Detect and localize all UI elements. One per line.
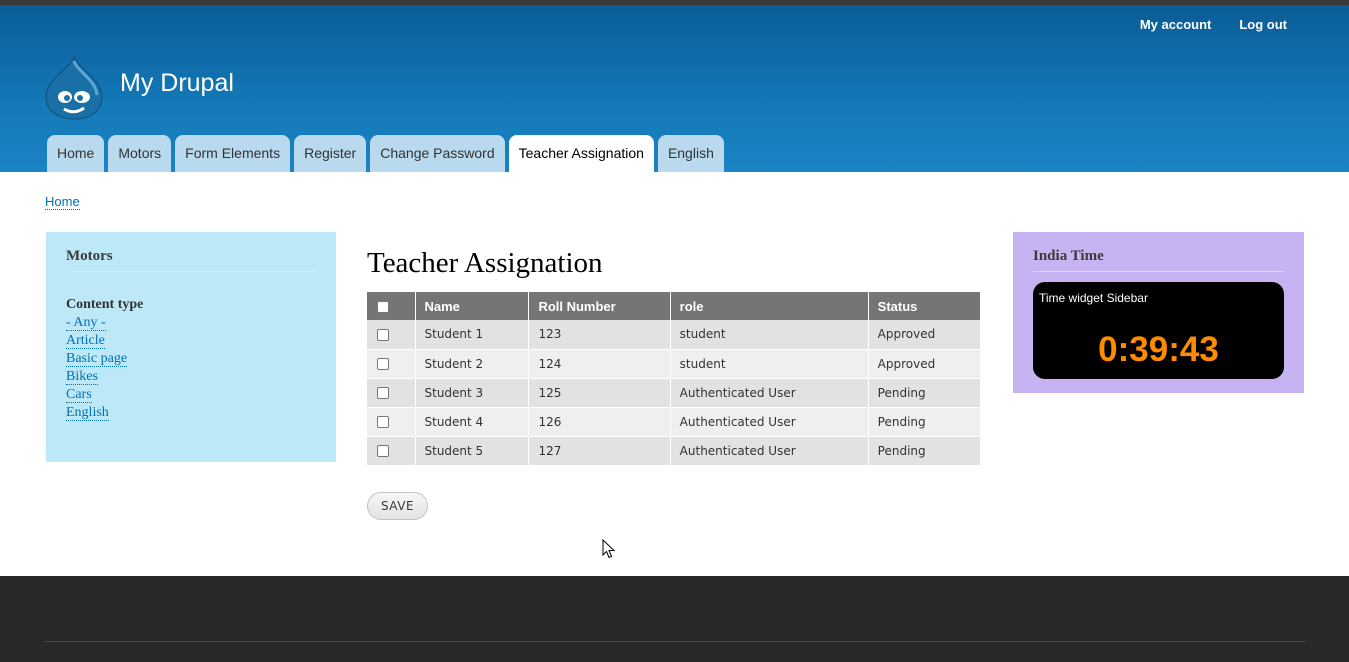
cell-status: Pending	[868, 436, 982, 466]
facet-link-bikes[interactable]: Bikes	[66, 369, 98, 385]
list-item: Article	[66, 331, 316, 349]
site-header: My account Log out My Drupal Home Motors…	[0, 5, 1349, 172]
facet-link-article[interactable]: Article	[66, 333, 105, 349]
my-account-link[interactable]: My account	[1140, 17, 1212, 32]
tab-teacher-assignation[interactable]: Teacher Assignation	[508, 135, 654, 172]
page-title: Teacher Assignation	[367, 247, 603, 279]
row-select-cell	[367, 378, 416, 408]
clock-display: 0:39:43	[1098, 330, 1219, 369]
site-footer	[0, 576, 1349, 662]
breadcrumb-home-link[interactable]: Home	[45, 194, 80, 210]
facet-label: Content type	[66, 297, 144, 312]
cell-roll-number: 127	[528, 436, 671, 466]
select-all-checkbox[interactable]	[377, 301, 389, 314]
secondary-menu: My account Log out	[1140, 17, 1287, 32]
select-all-cell	[367, 292, 416, 320]
cell-name: Student 2	[415, 349, 530, 379]
save-button[interactable]: SAVE	[367, 492, 428, 520]
column-header-name[interactable]: Name	[415, 292, 530, 320]
sidebar-india-time-block: India Time Time widget Sidebar 0:39:43	[1013, 232, 1304, 393]
footer-divider	[45, 641, 1305, 642]
facet-link-english[interactable]: English	[66, 405, 109, 421]
cell-status: Pending	[868, 378, 982, 408]
drupal-drop-icon[interactable]	[44, 55, 104, 121]
site-name[interactable]: My Drupal	[120, 69, 234, 98]
sidebar-motors-block: Motors Content type - Any - Article Basi…	[46, 232, 336, 462]
row-checkbox[interactable]	[377, 328, 389, 341]
row-select-cell	[367, 320, 416, 350]
cell-role: student	[670, 349, 869, 379]
row-select-cell	[367, 407, 416, 437]
list-item: Bikes	[66, 367, 316, 385]
facet-link-cars[interactable]: Cars	[66, 387, 92, 403]
list-item: Cars	[66, 385, 316, 403]
mouse-cursor-icon	[602, 539, 616, 559]
cell-roll-number: 123	[528, 320, 671, 350]
list-item: - Any -	[66, 313, 316, 331]
log-out-link[interactable]: Log out	[1239, 17, 1287, 32]
facet-link-basic-page[interactable]: Basic page	[66, 351, 128, 367]
column-header-status[interactable]: Status	[868, 292, 982, 320]
cell-roll-number: 125	[528, 378, 671, 408]
time-widget: Time widget Sidebar 0:39:43	[1033, 282, 1284, 379]
list-item: Basic page	[66, 349, 316, 367]
cell-role: Authenticated User	[670, 378, 869, 408]
block-title: India Time	[1033, 248, 1284, 272]
row-select-cell	[367, 349, 416, 379]
table-header-row: Name Roll Number role Status	[367, 292, 982, 320]
cell-roll-number: 124	[528, 349, 671, 379]
table-row: Student 2 124 student Approved	[367, 349, 982, 379]
cell-status: Pending	[868, 407, 982, 437]
table-row: Student 5 127 Authenticated User Pending	[367, 436, 982, 466]
facet-list: - Any - Article Basic page Bikes Cars En…	[66, 313, 316, 421]
time-widget-title: Time widget Sidebar	[1039, 291, 1148, 305]
main-content: Teacher Assignation Name Roll Number rol…	[367, 244, 982, 466]
cell-name: Student 1	[415, 320, 530, 350]
cell-name: Student 4	[415, 407, 530, 437]
row-select-cell	[367, 436, 416, 466]
column-header-roll-number[interactable]: Roll Number	[528, 292, 671, 320]
block-title: Motors	[66, 248, 316, 272]
cell-roll-number: 126	[528, 407, 671, 437]
row-checkbox[interactable]	[377, 445, 389, 457]
table-row: Student 3 125 Authenticated User Pending	[367, 378, 982, 408]
cell-role: student	[670, 320, 869, 350]
main-menu: Home Motors Form Elements Register Chang…	[47, 135, 724, 172]
cell-name: Student 5	[415, 436, 530, 466]
tab-motors[interactable]: Motors	[108, 135, 172, 172]
tab-home[interactable]: Home	[47, 135, 105, 172]
assignation-table: Name Roll Number role Status Student 1 1…	[367, 292, 982, 466]
row-checkbox[interactable]	[377, 387, 389, 399]
cell-status: Approved	[868, 349, 982, 379]
tab-english[interactable]: English	[657, 135, 724, 172]
list-item: English	[66, 403, 316, 421]
cell-status: Approved	[868, 320, 982, 350]
tab-register[interactable]: Register	[294, 135, 367, 172]
cell-role: Authenticated User	[670, 436, 869, 466]
tab-change-password[interactable]: Change Password	[370, 135, 505, 172]
row-checkbox[interactable]	[377, 416, 389, 428]
tab-form-elements[interactable]: Form Elements	[175, 135, 291, 172]
row-checkbox[interactable]	[377, 358, 389, 370]
table-row: Student 1 123 student Approved	[367, 320, 982, 350]
facet-link-any[interactable]: - Any -	[66, 315, 106, 331]
table-row: Student 4 126 Authenticated User Pending	[367, 407, 982, 437]
cell-role: Authenticated User	[670, 407, 869, 437]
column-header-role[interactable]: role	[670, 292, 869, 320]
cell-name: Student 3	[415, 378, 530, 408]
